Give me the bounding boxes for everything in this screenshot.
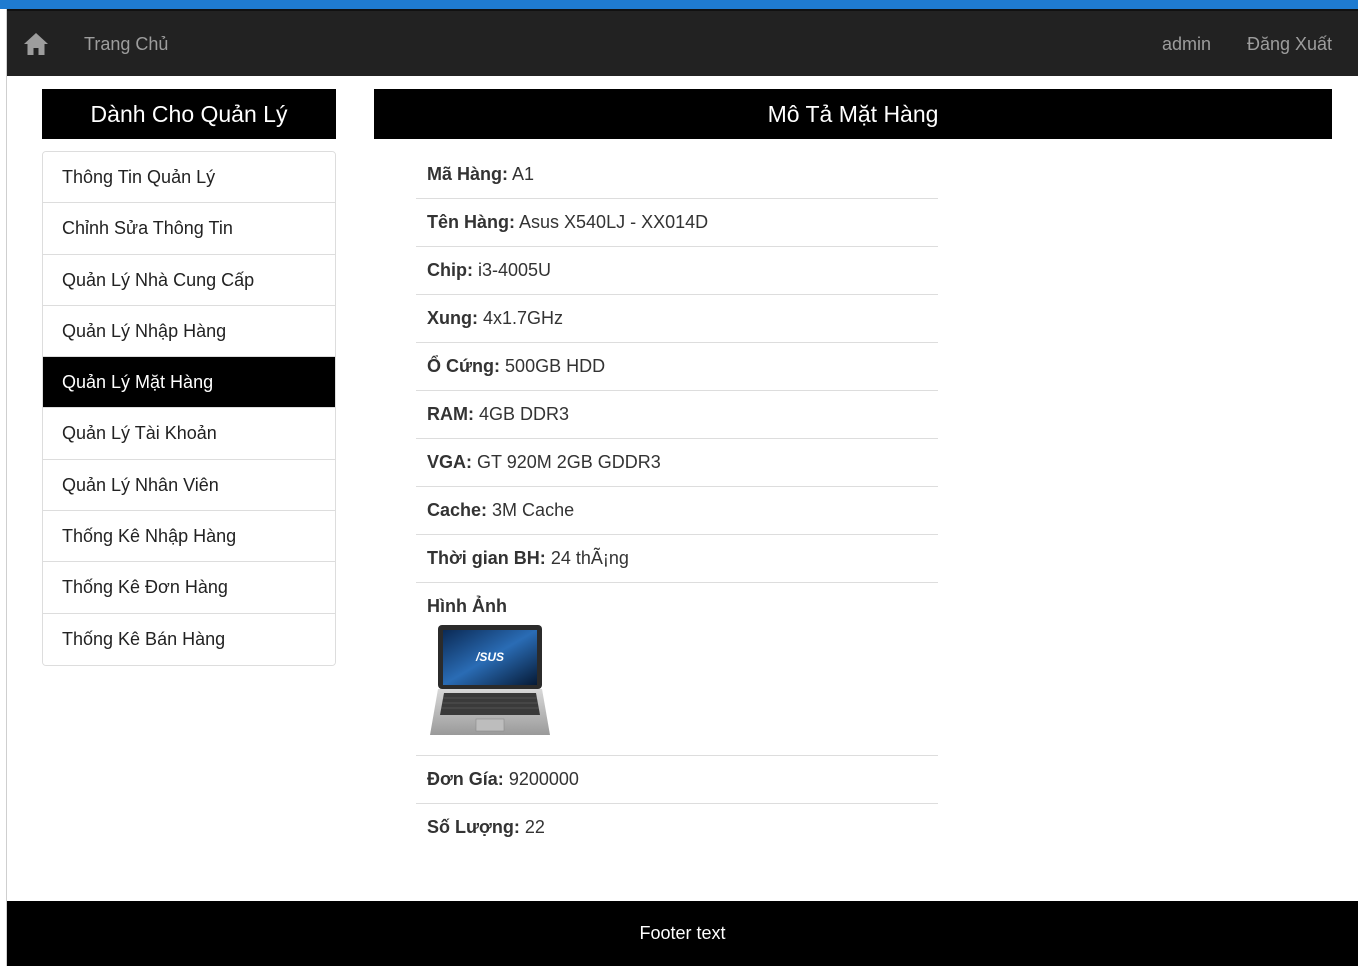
field-label: Cache: [427,500,488,520]
sidebar-item-imports[interactable]: Quản Lý Nhập Hàng [43,305,335,358]
top-accent-stripe [0,0,1358,9]
sidebar-item-products[interactable]: Quản Lý Mặt Hàng [43,357,335,409]
field-label: Đơn Gía: [427,769,504,789]
detail-row-warranty: Thời gian BH: 24 thÃ¡ng [416,535,938,583]
detail-row-cache: Cache: 3M Cache [416,487,938,535]
field-value: 9200000 [508,769,579,789]
field-label: Chip: [427,260,473,280]
field-label: Số Lượng: [427,817,520,837]
product-laptop-image: /SUS [430,625,550,735]
field-value: 4x1.7GHz [483,308,564,328]
nav-home-link[interactable]: Trang Chủ [84,33,168,55]
top-navbar: Trang Chủ admin Đăng Xuất [7,9,1358,76]
sidebar-menu: Thông Tin Quản Lý Chỉnh Sửa Thông Tin Qu… [42,151,336,666]
sidebar-item-import-stats[interactable]: Thống Kê Nhập Hàng [43,511,335,563]
field-value: 22 [524,817,545,837]
sidebar-item-sales-stats[interactable]: Thống Kê Bán Hàng [43,613,335,665]
detail-row-vga: VGA: GT 920M 2GB GDDR3 [416,439,938,487]
field-value: GT 920M 2GB GDDR3 [477,452,661,472]
sidebar-item-order-stats[interactable]: Thống Kê Đơn Hàng [43,562,335,614]
home-icon[interactable] [23,31,49,57]
field-value: 24 thÃ¡ng [550,548,629,568]
field-label: Xung: [427,308,478,328]
detail-row-price: Đơn Gía: 9200000 [416,756,938,804]
sidebar-item-employees[interactable]: Quản Lý Nhân Viên [43,459,335,512]
page-footer: Footer text [7,901,1358,966]
sidebar-item-suppliers[interactable]: Quản Lý Nhà Cung Cấp [43,254,335,306]
product-detail-list: Mã Hàng: A1 Tên Hàng: Asus X540LJ - XX01… [416,151,938,852]
nav-logout-link[interactable]: Đăng Xuất [1247,33,1332,55]
detail-row-quantity: Số Lượng: 22 [416,804,938,852]
sidebar-title: Dành Cho Quản Lý [42,89,336,139]
detail-row-clock: Xung: 4x1.7GHz [416,295,938,343]
detail-row-storage: Ổ Cứng: 500GB HDD [416,343,938,391]
detail-row-name: Tên Hàng: Asus X540LJ - XX014D [416,199,938,247]
image-label: Hình Ảnh [427,596,507,616]
laptop-brand-text: /SUS [475,650,504,664]
field-label: RAM: [427,404,474,424]
sidebar-item-edit-info[interactable]: Chỉnh Sửa Thông Tin [43,203,335,255]
field-label: Tên Hàng: [427,212,515,232]
field-value: A1 [512,164,535,184]
detail-row-code: Mã Hàng: A1 [416,151,938,199]
detail-row-ram: RAM: 4GB DDR3 [416,391,938,439]
field-label: Mã Hàng: [427,164,508,184]
field-label: VGA: [427,452,472,472]
page-title: Mô Tả Mặt Hàng [374,89,1332,139]
sidebar-item-manager-info[interactable]: Thông Tin Quản Lý [43,152,335,204]
field-label: Thời gian BH: [427,548,546,568]
field-label: Ổ Cứng: [427,356,501,376]
detail-row-chip: Chip: i3-4005U [416,247,938,295]
field-value: i3-4005U [478,260,552,280]
field-value: 4GB DDR3 [479,404,570,424]
field-value: Asus X540LJ - XX014D [519,212,709,232]
field-value: 500GB HDD [505,356,606,376]
sidebar-item-accounts[interactable]: Quản Lý Tài Khoản [43,408,335,460]
nav-user-link[interactable]: admin [1162,33,1211,55]
detail-row-image: Hình Ảnh /SUS [416,583,938,756]
field-value: 3M Cache [492,500,575,520]
page-left-border [0,0,7,966]
